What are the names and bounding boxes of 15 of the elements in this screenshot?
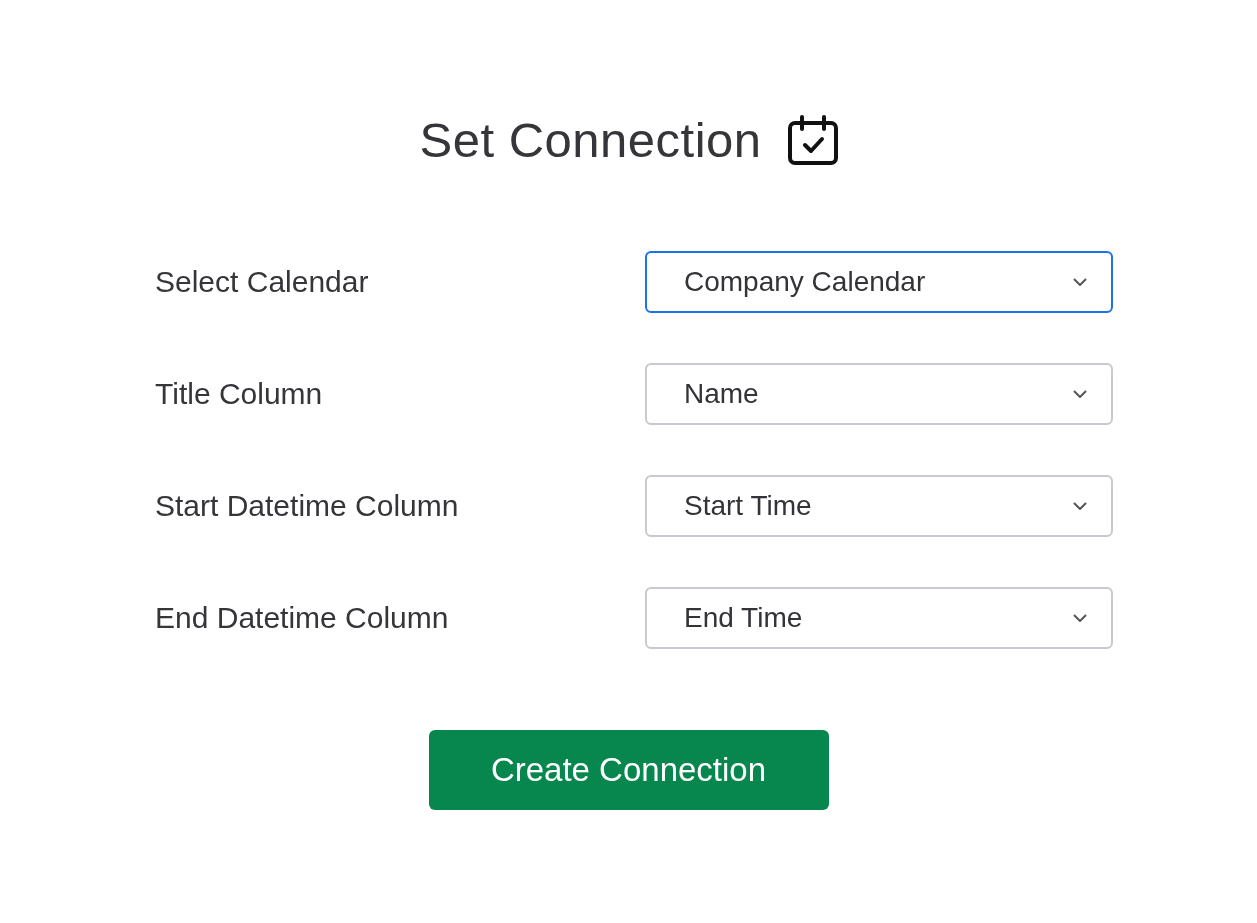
field-label: Title Column	[155, 377, 323, 411]
chevron-down-icon	[1073, 613, 1087, 623]
field-label: Start Datetime Column	[155, 489, 459, 523]
dropdown[interactable]: Company Calendar	[645, 251, 1113, 313]
field-label: Select Calendar	[155, 265, 369, 299]
dropdown[interactable]: Start Time	[645, 475, 1113, 537]
dropdown[interactable]: End Time	[645, 587, 1113, 649]
dropdown[interactable]: Name	[645, 363, 1113, 425]
field-label: End Datetime Column	[155, 601, 449, 635]
calendar-check-icon	[787, 115, 838, 165]
chevron-down-icon	[1073, 277, 1087, 287]
page-title: Set Connection	[419, 112, 762, 169]
create-connection-button[interactable]: Create Connection	[428, 730, 829, 810]
chevron-down-icon	[1073, 389, 1087, 399]
chevron-down-icon	[1073, 501, 1087, 511]
